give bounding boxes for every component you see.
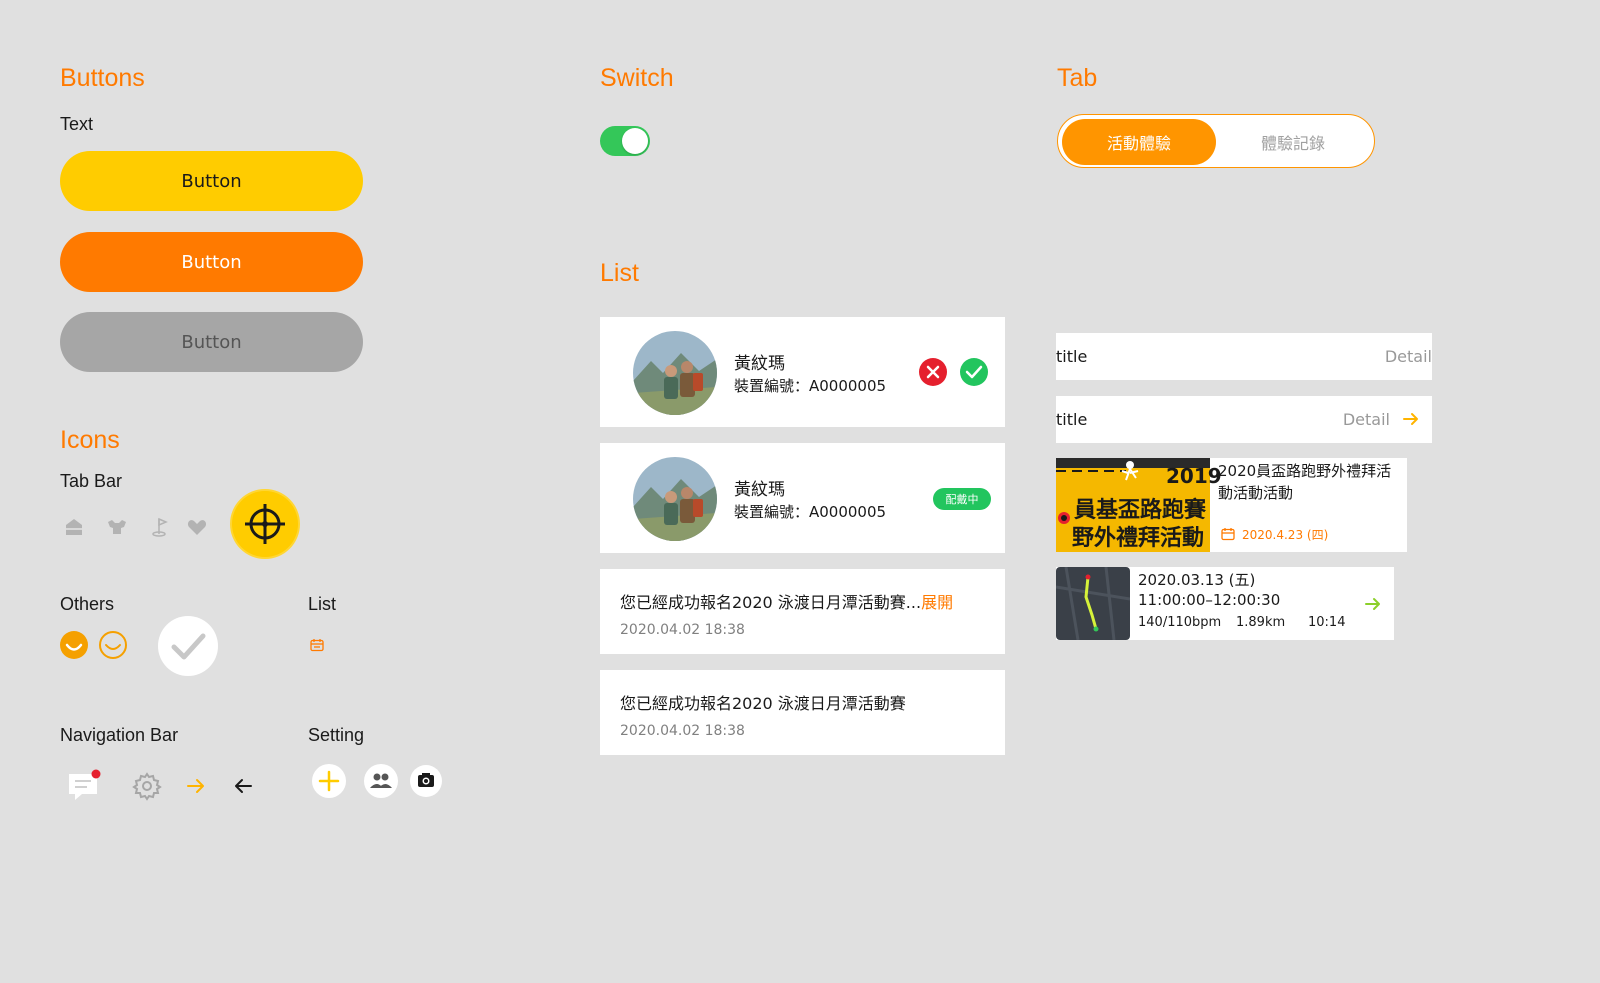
smile-outline-icon[interactable] xyxy=(98,630,128,660)
gear-icon[interactable] xyxy=(132,771,162,801)
notice-text: 您已經成功報名2020 泳渡日月潭活動賽 xyxy=(620,694,906,713)
list-section-title: List xyxy=(600,259,639,287)
segmented-tab: 活動體驗 體驗記錄 xyxy=(1057,114,1375,168)
buttons-section-title: Buttons xyxy=(60,64,145,92)
tab-experience-records[interactable]: 體驗記錄 xyxy=(1216,119,1370,165)
golf-flag-icon[interactable] xyxy=(149,516,171,538)
notice-list-item[interactable]: 您已經成功報名2020 泳渡日月潭活動賽 2020.04.02 18:38 xyxy=(600,670,1005,755)
expand-link[interactable]: 展開 xyxy=(921,593,953,612)
arrow-right-icon[interactable] xyxy=(186,777,206,795)
smile-filled-icon[interactable] xyxy=(59,630,89,660)
run-time: 11:00:00–12:00:30 xyxy=(1138,591,1281,609)
accept-icon[interactable] xyxy=(959,357,989,387)
row-detail: Detail xyxy=(1342,410,1390,429)
tab-section-title: Tab xyxy=(1057,64,1098,92)
arrow-right-icon[interactable] xyxy=(1364,596,1382,612)
camera-icon[interactable] xyxy=(409,764,443,798)
buttons-subtitle: Text xyxy=(60,114,94,134)
secondary-button[interactable]: Button xyxy=(60,232,363,292)
event-title: 2020員盃路跑野外禮拜活動活動活動 xyxy=(1218,462,1392,502)
check-circle-icon[interactable] xyxy=(158,616,218,676)
run-distance: 1.89km xyxy=(1236,615,1286,630)
toggle-switch[interactable] xyxy=(600,126,650,156)
crosshair-icon xyxy=(245,504,285,544)
device-number: 裝置編號：A0000005 xyxy=(734,503,887,521)
event-card[interactable]: 2019 員基盃路跑賽 野外禮拜活動 2020員盃路跑野外禮拜活動活動活動 20… xyxy=(1056,458,1407,552)
run-date: 2020.03.13 (五) xyxy=(1138,571,1256,589)
row-title: title xyxy=(1056,410,1088,429)
run-record-card[interactable]: 2020.03.13 (五) 11:00:00–12:00:30 140/110… xyxy=(1056,567,1394,640)
run-duration: 10:14 xyxy=(1308,615,1346,630)
others-label: Others xyxy=(60,594,115,614)
list-icons-label: List xyxy=(308,594,337,614)
tab-bar-label: Tab Bar xyxy=(60,471,123,491)
event-date: 2020.4.23 (四) xyxy=(1242,528,1329,542)
primary-button[interactable]: Button xyxy=(60,151,363,211)
add-icon[interactable] xyxy=(311,763,347,799)
notice-text-row: 您已經成功報名2020 泳渡日月潭活動賽...展開 xyxy=(620,589,953,613)
person-list-item[interactable]: 黃紋瑪 裝置編號：A0000005 配戴中 xyxy=(600,443,1005,553)
person-name: 黃紋瑪 xyxy=(734,354,785,374)
switch-section-title: Switch xyxy=(600,64,674,92)
setting-label: Setting xyxy=(308,725,365,745)
arrow-right-icon xyxy=(1403,413,1418,425)
banner-line-3: 野外禮拜活動 xyxy=(1072,526,1205,551)
detail-row[interactable]: title Detail xyxy=(1056,333,1432,380)
person-name: 黃紋瑪 xyxy=(734,480,785,500)
route-map-thumbnail xyxy=(1056,567,1130,640)
muscle-icon[interactable] xyxy=(106,516,128,538)
calendar-icon xyxy=(310,639,324,652)
message-notification-icon[interactable] xyxy=(66,768,104,804)
navigation-bar-label: Navigation Bar xyxy=(60,725,179,745)
toggle-knob xyxy=(622,128,648,154)
avatar xyxy=(633,331,717,415)
row-detail: Detail xyxy=(1384,347,1432,366)
status-badge: 配戴中 xyxy=(933,488,991,510)
notice-text: 您已經成功報名2020 泳渡日月潭活動賽... xyxy=(620,593,922,612)
notice-time: 2020.04.02 18:38 xyxy=(620,622,745,638)
avatar xyxy=(633,457,717,541)
device-number: 裝置編號：A0000005 xyxy=(734,377,887,395)
row-title: title xyxy=(1056,347,1088,366)
disabled-button[interactable]: Button xyxy=(60,312,363,372)
run-heart-rate: 140/110bpm xyxy=(1138,615,1222,630)
heart-icon[interactable] xyxy=(186,516,208,538)
locate-button[interactable] xyxy=(232,491,298,557)
notice-list-item[interactable]: 您已經成功報名2020 泳渡日月潭活動賽...展開 2020.04.02 18:… xyxy=(600,569,1005,654)
tab-activity-experience[interactable]: 活動體驗 xyxy=(1062,119,1216,165)
notice-time: 2020.04.02 18:38 xyxy=(620,723,745,739)
icons-section-title: Icons xyxy=(60,426,120,454)
calendar-icon xyxy=(1221,528,1235,541)
group-icon[interactable] xyxy=(363,763,399,799)
reject-icon[interactable] xyxy=(918,357,948,387)
person-list-item[interactable]: 黃紋瑪 裝置編號：A0000005 xyxy=(600,317,1005,427)
banner-year: 2019 xyxy=(1166,464,1222,488)
arrow-left-icon[interactable] xyxy=(233,777,253,795)
detail-row[interactable]: title Detail xyxy=(1056,396,1432,443)
home-icon[interactable] xyxy=(63,516,85,538)
